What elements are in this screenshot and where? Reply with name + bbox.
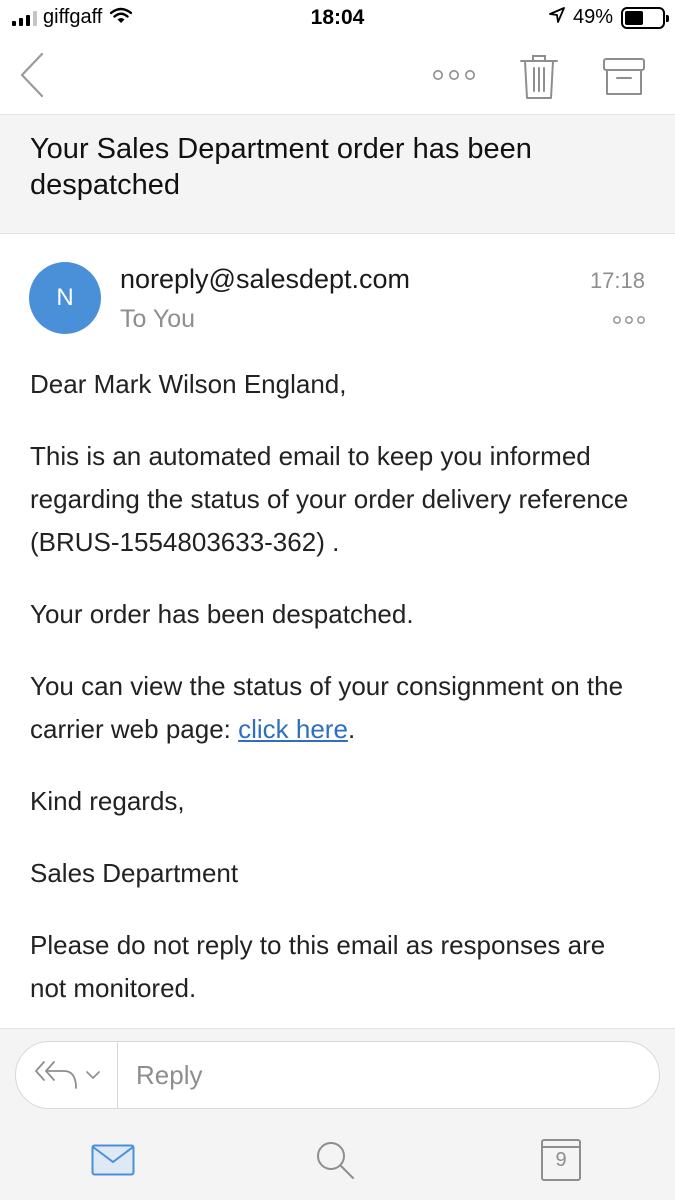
reply-input[interactable]: Reply [136,1060,202,1091]
tab-calendar[interactable]: 9 [536,1136,586,1184]
chevron-down-icon [85,1071,100,1079]
body-despatched: Your order has been despatched. [30,599,414,629]
status-bar: giffgaff 18:04 49% [0,0,675,40]
trash-icon [520,55,558,99]
email-subject: Your Sales Department order has been des… [30,133,532,201]
body-footer: Please do not reply to this email as res… [30,930,606,1003]
archive-button[interactable] [596,52,652,102]
tab-search[interactable] [310,1136,360,1184]
battery-percent: 49% [572,6,613,28]
subject-header: Your Sales Department order has been des… [0,114,675,234]
search-icon [317,1142,354,1179]
sender-avatar[interactable]: N [29,262,101,334]
body-signature: Sales Department [30,858,239,888]
status-right: 49% [549,6,669,29]
body-greeting: Dear Mark Wilson England, [30,369,347,399]
message-time: 17:18 [589,268,645,293]
reply-options-button[interactable] [16,1042,118,1108]
recipients[interactable]: To You [120,305,195,334]
battery-fill [625,10,643,25]
more-actions-button[interactable] [426,58,482,92]
body-sign-off: Kind regards, [30,786,185,816]
back-chevron-icon [20,52,44,98]
body-view-status: You can view the status of your consignm… [30,665,640,751]
battery-icon [621,6,669,29]
mail-icon [91,1144,135,1176]
back-button[interactable] [12,50,52,100]
more-icon [613,316,645,324]
view-status-suffix: . [347,714,356,744]
message-toolbar [0,40,675,114]
delete-button[interactable] [512,50,566,104]
reply-box: Reply [15,1041,660,1109]
reply-all-icon [34,1061,77,1089]
location-icon [549,7,565,28]
tab-mail[interactable] [88,1136,138,1184]
message-more-button[interactable] [611,308,647,332]
calendar-day: 9 [555,1149,567,1171]
carrier-link[interactable]: click here [238,714,348,744]
archive-icon [603,58,645,95]
body-intro: This is an automated email to keep you i… [30,441,629,557]
more-icon [433,70,475,80]
avatar-initial: N [56,284,74,311]
sender-address[interactable]: noreply@salesdept.com [120,264,410,295]
